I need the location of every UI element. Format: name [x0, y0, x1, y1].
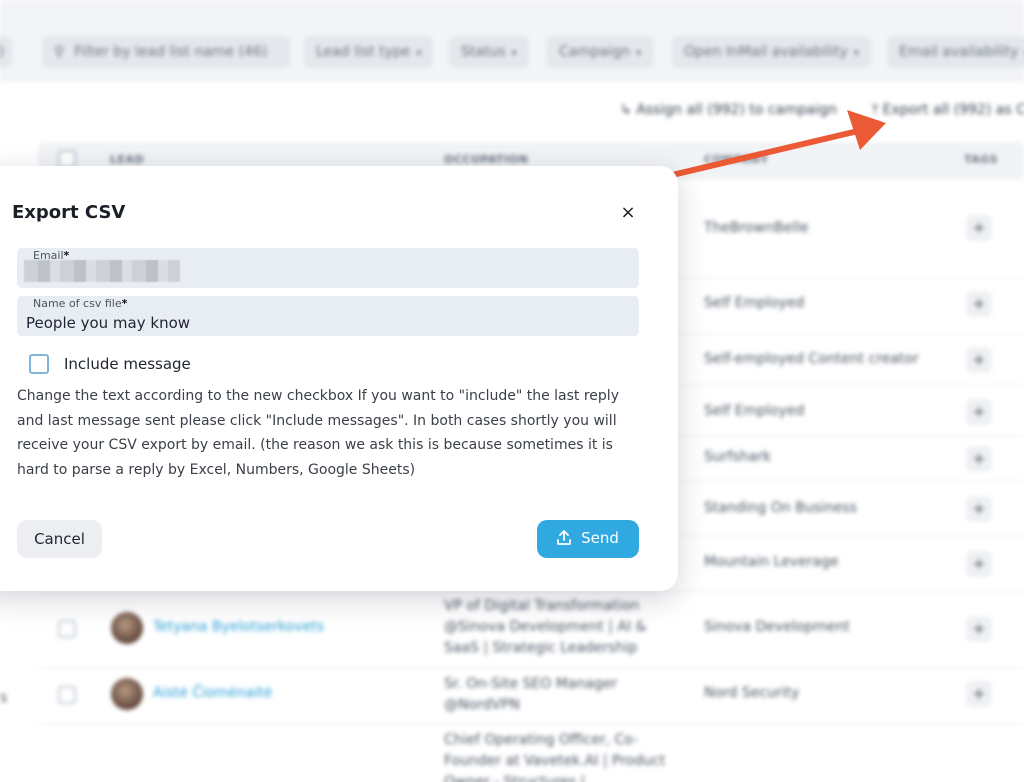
status-label: Status — [461, 44, 506, 60]
column-header-tags: TAGS — [964, 153, 999, 166]
company-cell: Mountain Leverage — [704, 554, 839, 570]
lead-list-type-dropdown[interactable]: Lead list type ▾ — [304, 36, 434, 68]
add-tag-button[interactable]: + — [966, 616, 992, 642]
occupation-cell: Sr. On-Site SEO Manager @NordVPN — [444, 676, 618, 713]
modal-title: Export CSV — [12, 202, 126, 223]
include-message-label[interactable]: Include message — [64, 355, 191, 373]
column-header-company: COMPANY — [704, 153, 769, 166]
company-cell: Sinova Development — [704, 619, 850, 635]
left-panel-text-stub: s — [0, 690, 8, 706]
include-message-checkbox[interactable] — [29, 354, 49, 374]
lead-name-link[interactable]: Aistė Čiomėnaitė — [153, 685, 272, 701]
campaign-label: Campaign — [559, 44, 631, 60]
export-all-button[interactable]: ⤒ Export all (992) as C — [872, 96, 1024, 124]
add-tag-button[interactable]: + — [966, 291, 992, 317]
count-chip-label: 2) — [0, 44, 4, 60]
assign-all-label: Assign all (992) to campaign — [636, 102, 837, 118]
add-tag-button[interactable]: + — [966, 446, 992, 472]
email-availability-label: Email availability — [899, 44, 1019, 60]
occupation-cell: Chief Operating Officer, Co-Founder at V… — [444, 732, 666, 782]
email-availability-dropdown[interactable]: Email availability▾ — [887, 36, 1024, 68]
export-all-label: Export all (992) as C — [882, 102, 1024, 118]
company-cell: TheBrownBelle — [704, 220, 809, 236]
filter-bar: 2) ⚲ Filter by lead list name (46) Lead l… — [0, 0, 1024, 82]
avatar — [111, 678, 143, 710]
send-button-label: Send — [581, 529, 619, 547]
avatar — [111, 612, 143, 644]
row-checkbox[interactable] — [58, 686, 76, 704]
company-cell: Nord Security — [704, 685, 800, 701]
csv-name-value: People you may know — [26, 314, 191, 332]
column-header-occupation: OCCUPATION — [444, 153, 529, 166]
search-filter-input[interactable]: ⚲ Filter by lead list name (46) — [42, 36, 290, 68]
occupation-cell: VP of Digital Transformation @Sinova Dev… — [444, 598, 647, 656]
assign-arrow-icon: ↳ — [620, 102, 632, 118]
row-checkbox[interactable] — [58, 620, 76, 638]
csv-name-label-wrap: Name of csv file* — [33, 297, 127, 310]
table-row[interactable]: Aistė Čiomėnaitė Sr. On-Site SEO Manager… — [38, 668, 1024, 724]
export-csv-modal: Export CSV × Email* Name of csv file* Pe… — [0, 166, 678, 591]
cancel-button-label: Cancel — [34, 530, 85, 548]
search-icon: ⚲ — [54, 44, 65, 60]
table-row[interactable]: Tetyana Byelotserkovets VP of Digital Tr… — [38, 592, 1024, 668]
add-tag-button[interactable]: + — [966, 681, 992, 707]
status-dropdown[interactable]: Status ▾ — [449, 36, 529, 68]
search-filter-placeholder: Filter by lead list name (46) — [74, 44, 268, 60]
campaign-dropdown[interactable]: Campaign ▾ — [547, 36, 654, 68]
add-tag-button[interactable]: + — [966, 215, 992, 241]
required-marker: * — [121, 297, 128, 310]
lead-name-link[interactable]: Tetyana Byelotserkovets — [153, 619, 324, 635]
open-inmail-dropdown[interactable]: Open InMail availability ▾ — [672, 36, 871, 68]
table-row[interactable]: Chief Operating Officer, Co-Founder at V… — [38, 724, 1024, 782]
upload-icon — [557, 530, 572, 549]
chevron-down-icon: ▾ — [853, 48, 859, 59]
company-cell: Self Employed — [704, 295, 805, 311]
add-tag-button[interactable]: + — [966, 551, 992, 577]
redacted-email-value — [24, 260, 180, 282]
csv-name-field[interactable]: Name of csv file* People you may know — [17, 296, 639, 336]
company-cell: Self Employed — [704, 403, 805, 419]
chevron-down-icon: ▾ — [511, 48, 517, 59]
csv-name-label: Name of csv file — [33, 297, 122, 310]
email-field[interactable]: Email* — [17, 248, 639, 288]
company-cell: Self-employed Content creator — [704, 351, 919, 367]
column-header-lead: LEAD — [110, 153, 145, 166]
add-tag-button[interactable]: + — [966, 496, 992, 522]
company-cell: Standing On Business — [704, 500, 857, 516]
cancel-button[interactable]: Cancel — [17, 520, 102, 558]
count-chip[interactable]: 2) — [0, 36, 12, 68]
company-cell: Surfshark — [704, 449, 772, 465]
lead-list-type-label: Lead list type — [316, 44, 411, 60]
chevron-down-icon: ▾ — [636, 48, 642, 59]
export-help-text: Change the text according to the new che… — [17, 388, 619, 478]
send-button[interactable]: Send — [537, 520, 639, 558]
upload-icon: ⤒ — [872, 102, 879, 118]
add-tag-button[interactable]: + — [966, 399, 992, 425]
add-tag-button[interactable]: + — [966, 347, 992, 373]
chevron-down-icon: ▾ — [416, 48, 422, 59]
assign-all-button[interactable]: ↳ Assign all (992) to campaign — [620, 96, 837, 124]
open-inmail-label: Open InMail availability — [684, 44, 848, 60]
close-icon[interactable]: × — [616, 202, 640, 226]
